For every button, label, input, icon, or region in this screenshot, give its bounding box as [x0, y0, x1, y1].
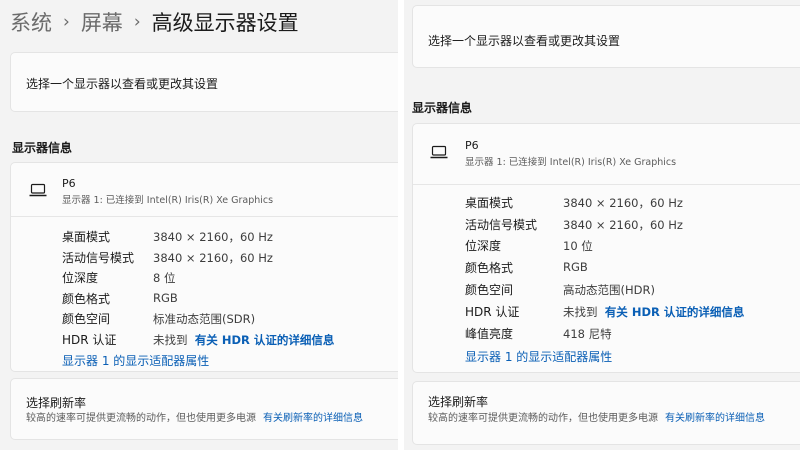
- property-value: 3840 × 2160，60 Hz: [153, 230, 273, 244]
- property-label: 颜色空间: [62, 312, 111, 326]
- select-display-card[interactable]: 选择一个显示器以查看或更改其设置: [412, 5, 800, 68]
- laptop-icon: [430, 145, 448, 159]
- laptop-icon: [29, 183, 47, 197]
- breadcrumb-separator-icon: ›: [133, 12, 141, 32]
- hdr-certification-label: HDR 认证: [465, 305, 520, 319]
- select-display-text: 选择一个显示器以查看或更改其设置: [26, 77, 219, 91]
- property-value: 3840 × 2160，60 Hz: [153, 251, 273, 265]
- hdr-not-found-text: 未找到: [153, 333, 188, 347]
- display-adapter-properties-link[interactable]: 显示器 1 的显示适配器属性: [465, 348, 612, 365]
- property-value: 高动态范围(HDR): [563, 283, 655, 297]
- divider: [413, 184, 800, 185]
- refresh-rate-card[interactable]: 选择刷新率 较高的速率可提供更流畅的动作，但也使用更多电源 有关刷新率的详细信息: [10, 378, 398, 440]
- select-display-card[interactable]: 选择一个显示器以查看或更改其设置: [10, 52, 398, 112]
- section-title-display-info: 显示器信息: [12, 141, 73, 155]
- peak-brightness-value: 418 尼特: [563, 327, 612, 341]
- page-title: 高级显示器设置: [151, 11, 299, 35]
- refresh-rate-desc-text: 较高的速率可提供更流畅的动作，但也使用更多电源: [428, 413, 658, 424]
- refresh-rate-details-link[interactable]: 有关刷新率的详细信息: [263, 413, 363, 424]
- breadcrumb: 系统 › 屏幕 › 高级显示器设置: [10, 4, 299, 40]
- monitor-name: P6: [62, 177, 76, 190]
- property-value: 标准动态范围(SDR): [153, 312, 256, 326]
- property-value: 8 位: [153, 271, 176, 285]
- property-value: 10 位: [563, 239, 593, 253]
- breadcrumb-system[interactable]: 系统: [10, 7, 52, 37]
- section-title-display-info: 显示器信息: [412, 101, 473, 115]
- property-label: 颜色空间: [465, 283, 514, 297]
- property-value: RGB: [153, 291, 178, 305]
- property-label: 颜色格式: [62, 292, 111, 306]
- property-label: 位深度: [465, 239, 502, 253]
- property-value: 3840 × 2160，60 Hz: [563, 196, 683, 210]
- property-label: 活动信号模式: [62, 251, 135, 265]
- property-label: 桌面模式: [465, 196, 514, 210]
- property-value: RGB: [563, 260, 588, 274]
- monitor-subtitle: 显示器 1: 已连接到 Intel(R) Iris(R) Xe Graphics: [62, 195, 274, 206]
- property-label: 颜色格式: [465, 261, 514, 275]
- peak-brightness-label: 峰值亮度: [465, 327, 514, 341]
- property-label: 桌面模式: [62, 230, 111, 244]
- breadcrumb-separator-icon: ›: [63, 12, 70, 32]
- right-settings-panel: 选择一个显示器以查看或更改其设置 显示器信息 P6 显示器 1: 已连接到 In…: [404, 0, 800, 450]
- hdr-details-link[interactable]: 有关 HDR 认证的详细信息: [605, 305, 745, 319]
- monitor-subtitle: 显示器 1: 已连接到 Intel(R) Iris(R) Xe Graphics: [465, 157, 677, 168]
- breadcrumb-display[interactable]: 屏幕: [81, 7, 123, 37]
- left-settings-panel: 系统 › 屏幕 › 高级显示器设置 选择一个显示器以查看或更改其设置 显示器信息…: [0, 0, 398, 450]
- refresh-rate-title: 选择刷新率: [428, 395, 489, 409]
- refresh-rate-description: 较高的速率可提供更流畅的动作，但也使用更多电源 有关刷新率的详细信息: [428, 409, 765, 424]
- select-display-text: 选择一个显示器以查看或更改其设置: [428, 34, 621, 48]
- hdr-certification-label: HDR 认证: [62, 333, 117, 347]
- hdr-certification-value: 未找到 有关 HDR 认证的详细信息: [153, 332, 334, 348]
- refresh-rate-description: 较高的速率可提供更流畅的动作，但也使用更多电源 有关刷新率的详细信息: [26, 409, 363, 424]
- refresh-rate-card[interactable]: 选择刷新率 较高的速率可提供更流畅的动作，但也使用更多电源 有关刷新率的详细信息: [412, 381, 800, 445]
- hdr-details-link[interactable]: 有关 HDR 认证的详细信息: [195, 333, 335, 347]
- hdr-not-found-text: 未找到: [563, 305, 598, 319]
- property-label: 位深度: [62, 271, 99, 285]
- refresh-rate-desc-text: 较高的速率可提供更流畅的动作，但也使用更多电源: [26, 413, 256, 424]
- display-info-card: P6 显示器 1: 已连接到 Intel(R) Iris(R) Xe Graph…: [412, 123, 800, 373]
- display-info-card: P6 显示器 1: 已连接到 Intel(R) Iris(R) Xe Graph…: [10, 162, 398, 372]
- display-adapter-properties-link[interactable]: 显示器 1 的显示适配器属性: [62, 352, 209, 369]
- monitor-name: P6: [465, 139, 479, 152]
- refresh-rate-details-link[interactable]: 有关刷新率的详细信息: [665, 413, 765, 424]
- divider: [11, 216, 398, 217]
- property-value: 3840 × 2160，60 Hz: [563, 218, 683, 232]
- property-label: 活动信号模式: [465, 218, 538, 232]
- hdr-certification-value: 未找到 有关 HDR 认证的详细信息: [563, 304, 744, 320]
